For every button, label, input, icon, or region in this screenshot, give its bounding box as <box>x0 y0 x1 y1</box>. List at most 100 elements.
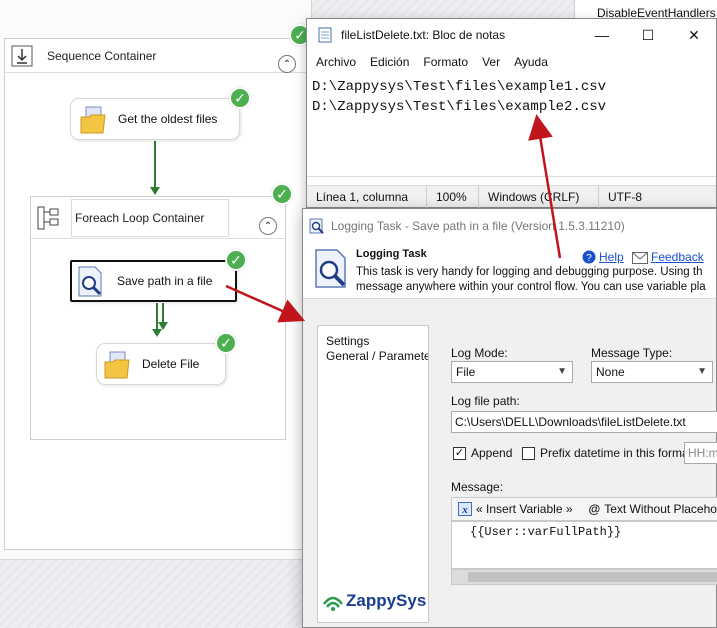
svg-text:?: ? <box>586 253 592 264</box>
message-type-value: None <box>596 365 625 379</box>
chevron-up-icon: ⌃ <box>282 58 292 70</box>
help-link[interactable]: Help <box>599 250 624 264</box>
dialog-header-title: Logging Task <box>356 248 427 260</box>
zappysys-logo-text: ZappySys <box>346 591 427 610</box>
append-checkbox[interactable]: ✓ <box>453 447 466 460</box>
dialog-header: Logging Task This task is very handy for… <box>303 243 716 299</box>
task-label: Save path in a file <box>117 274 213 288</box>
check-mark: ✓ <box>294 26 306 43</box>
status-zoom: 100% <box>427 185 479 208</box>
scrollbar-thumb[interactable] <box>468 572 717 582</box>
maximize-button[interactable]: ☐ <box>625 19 671 51</box>
chevron-down-icon: ▼ <box>557 366 567 377</box>
feedback-link[interactable]: Feedback <box>651 250 704 264</box>
text-without-placeholders-button[interactable]: @ Text Without Placeholders <box>579 502 717 516</box>
variable-icon: x <box>458 502 472 516</box>
log-mode-label: Log Mode: <box>451 346 508 360</box>
sequence-container-title: Sequence Container <box>47 48 157 63</box>
nav-general-parameters[interactable]: General / Parameters <box>318 349 428 364</box>
message-horizontal-scrollbar[interactable] <box>451 569 717 585</box>
notepad-statusbar: Línea 1, columna 1 100% Windows (CRLF) U… <box>307 185 716 226</box>
minimize-button[interactable]: — <box>579 19 625 51</box>
zappysys-logo-icon <box>323 596 343 611</box>
logging-task-icon <box>78 266 102 297</box>
folder-icon <box>80 106 106 134</box>
menu-formato[interactable]: Formato <box>416 55 475 69</box>
success-check-icon: ✓ <box>225 249 247 271</box>
foreach-container-title: Foreach Loop Container <box>75 210 205 225</box>
notepad-text-area[interactable]: D:\Zappysys\Test\files\example1.csv D:\Z… <box>307 73 716 177</box>
text-without-placeholders-label: Text Without Placeholders <box>604 502 717 516</box>
check-mark: ✓ <box>220 334 232 351</box>
message-toolbar: x « Insert Variable » @ Text Without Pla… <box>451 497 717 521</box>
logging-task-dialog[interactable]: Logging Task - Save path in a file (Vers… <box>302 208 717 628</box>
close-icon: ✕ <box>688 26 700 43</box>
foreach-success-check-icon: ✓ <box>271 183 293 205</box>
check-mark: ✓ <box>230 251 242 268</box>
maximize-icon: ☐ <box>641 26 655 43</box>
dialog-title: Logging Task - Save path in a file (Vers… <box>331 219 625 233</box>
message-label: Message: <box>451 480 504 494</box>
foreach-collapse-button[interactable]: ⌃ <box>259 217 277 235</box>
foreach-title-box: Foreach Loop Container <box>71 198 229 237</box>
check-mark: ✓ <box>454 447 465 459</box>
check-mark: ✓ <box>276 185 288 202</box>
notepad-menubar: Archivo Edición Formato Ver Ayuda <box>307 51 716 73</box>
message-textarea[interactable]: {{User::varFullPath}} <box>451 521 717 569</box>
help-icon[interactable]: ? <box>582 250 596 264</box>
log-file-path-label: Log file path: <box>451 394 520 408</box>
notepad-icon <box>318 27 332 43</box>
connector-arrowhead <box>158 322 168 330</box>
append-label: Append <box>471 446 513 460</box>
task-label: Get the oldest files <box>118 112 218 126</box>
sequence-container-icon <box>11 45 33 66</box>
sequence-collapse-button[interactable]: ⌃ <box>278 55 296 73</box>
notepad-title: fileListDelete.txt: Bloc de notas <box>341 28 506 42</box>
check-mark: ✓ <box>234 89 246 106</box>
foreach-loop-container[interactable]: Foreach Loop Container <box>30 196 286 440</box>
task-save-path-in-file[interactable]: Save path in a file <box>70 260 237 302</box>
feedback-mail-icon[interactable] <box>632 252 648 264</box>
menu-ver[interactable]: Ver <box>475 55 507 69</box>
insert-variable-label: « Insert Variable » <box>476 502 573 516</box>
nav-settings[interactable]: Settings <box>318 334 428 349</box>
datetime-format-input[interactable]: HH:mm <box>684 442 717 464</box>
foreach-loop-icon <box>37 206 59 229</box>
precedence-connector[interactable] <box>162 303 164 323</box>
connector-arrowhead <box>152 329 162 337</box>
logging-task-large-icon <box>315 249 346 288</box>
description-line: message anywhere within your control flo… <box>356 281 706 293</box>
close-button[interactable]: ✕ <box>671 19 717 51</box>
dialog-titlebar[interactable]: Logging Task - Save path in a file (Vers… <box>303 209 716 243</box>
logging-task-icon <box>309 218 324 234</box>
chevron-down-icon: ▼ <box>697 366 707 377</box>
dialog-header-description: This task is very handy for logging and … <box>356 265 706 295</box>
chevron-up-icon: ⌃ <box>263 220 273 232</box>
at-sign-icon: @ <box>588 502 601 516</box>
task-get-oldest-files[interactable]: Get the oldest files <box>70 98 240 140</box>
description-line: This task is very handy for logging and … <box>356 266 703 278</box>
menu-ayuda[interactable]: Ayuda <box>507 55 555 69</box>
text-line: D:\Zappysys\Test\files\example2.csv <box>312 99 607 115</box>
sequence-container-header: Sequence Container <box>5 39 307 73</box>
svg-text:x: x <box>461 504 468 516</box>
precedence-connector[interactable] <box>154 141 156 187</box>
success-check-icon: ✓ <box>229 87 251 109</box>
menu-archivo[interactable]: Archivo <box>309 55 363 69</box>
prefix-datetime-label: Prefix datetime in this format <box>540 446 684 460</box>
success-check-icon: ✓ <box>215 332 237 354</box>
log-file-path-input[interactable]: C:\Users\DELL\Downloads\fileListDelete.t… <box>451 411 717 433</box>
task-label: Delete File <box>142 357 200 371</box>
properties-panel: DisableEventHandlers <box>574 0 717 20</box>
connector-arrowhead <box>150 187 160 195</box>
log-mode-select[interactable]: File ▼ <box>451 361 573 383</box>
message-type-label: Message Type: <box>591 346 673 360</box>
message-type-select[interactable]: None ▼ <box>591 361 713 383</box>
zappysys-logo: ZappySys <box>322 590 426 612</box>
prefix-datetime-checkbox[interactable] <box>522 447 535 460</box>
foreach-container-header: Foreach Loop Container <box>31 197 285 239</box>
task-delete-file[interactable]: Delete File <box>96 343 226 385</box>
insert-variable-button[interactable]: x « Insert Variable » <box>452 502 579 516</box>
notepad-window[interactable]: fileListDelete.txt: Bloc de notas — ☐ ✕ … <box>306 18 717 226</box>
menu-edicion[interactable]: Edición <box>363 55 416 69</box>
